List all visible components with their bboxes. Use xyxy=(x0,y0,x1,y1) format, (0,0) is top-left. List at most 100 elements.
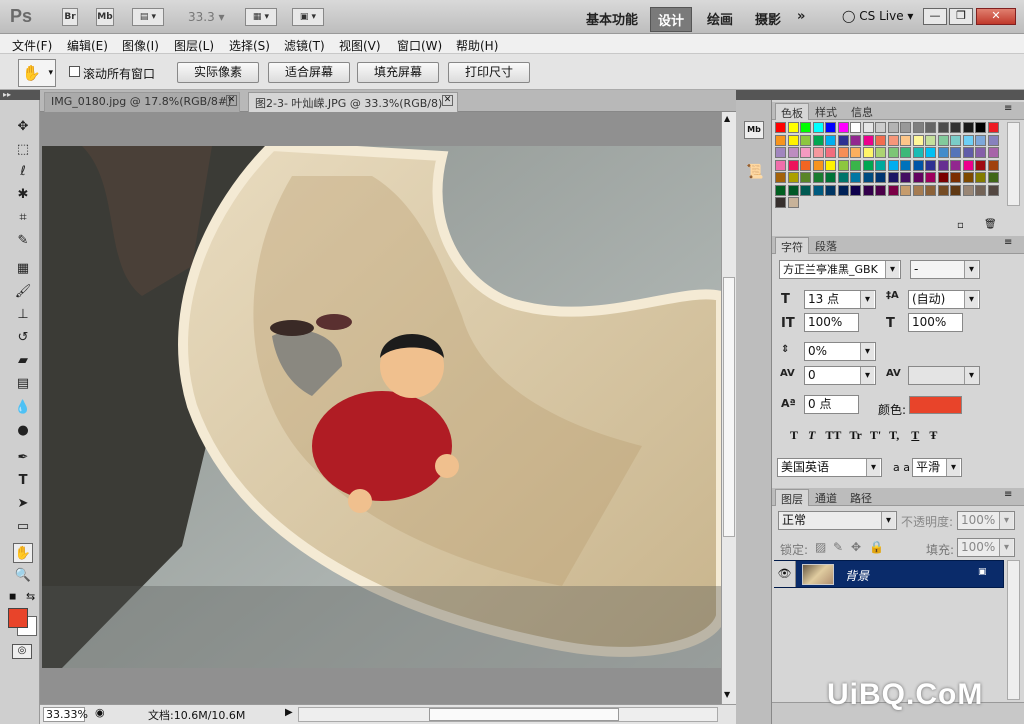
color-swatch[interactable] xyxy=(800,172,811,183)
panel-strip-header[interactable] xyxy=(736,90,772,100)
mini-bridge-panel-icon[interactable]: Mb xyxy=(744,121,764,139)
view-extras-icon[interactable]: ▤ ▾ xyxy=(132,8,164,26)
color-swatch[interactable] xyxy=(887,134,899,146)
color-swatch[interactable] xyxy=(800,147,811,158)
color-swatch[interactable] xyxy=(987,122,999,133)
color-swatch[interactable] xyxy=(825,172,836,183)
menu-edit[interactable]: 编辑(E) xyxy=(67,37,108,54)
color-swatch[interactable] xyxy=(775,197,786,208)
color-swatch[interactable] xyxy=(937,184,949,196)
subscript-button[interactable]: T, xyxy=(889,428,899,442)
color-swatch[interactable] xyxy=(925,184,936,196)
color-swatch[interactable] xyxy=(837,184,849,196)
type-tool-icon[interactable]: T xyxy=(13,471,33,491)
visibility-eye-icon[interactable]: 👁 xyxy=(774,561,796,587)
tab-swatches[interactable]: 色板 xyxy=(775,103,809,120)
tab-styles[interactable]: 样式 xyxy=(810,103,842,120)
path-selection-tool-icon[interactable]: ➤ xyxy=(13,494,33,514)
document-image[interactable] xyxy=(42,146,721,668)
color-swatch[interactable] xyxy=(812,134,824,146)
color-swatch[interactable] xyxy=(962,172,974,183)
color-swatch[interactable] xyxy=(925,172,936,183)
horizontal-scrollbar[interactable] xyxy=(298,707,718,722)
faux-bold-button[interactable]: T xyxy=(790,428,798,442)
vertical-scale-input[interactable]: 100% xyxy=(804,313,859,332)
panel-menu-icon[interactable]: ≡ xyxy=(1004,103,1012,114)
color-swatch[interactable] xyxy=(937,147,949,158)
color-swatch[interactable] xyxy=(812,147,824,158)
tool-preset-picker[interactable]: ✋ ▾ xyxy=(18,59,56,87)
color-swatch[interactable] xyxy=(900,122,911,133)
screen-mode-icon[interactable]: ▣ ▾ xyxy=(292,8,324,26)
swap-colors-icon[interactable]: ⇆ xyxy=(26,590,35,603)
lock-transparency-icon[interactable]: ▨ xyxy=(815,540,826,554)
color-swatch[interactable] xyxy=(975,122,986,133)
tab-character[interactable]: 字符 xyxy=(775,237,809,254)
color-swatch[interactable] xyxy=(875,184,886,196)
layers-scrollbar[interactable] xyxy=(1007,560,1020,700)
color-swatch[interactable] xyxy=(775,159,786,171)
shape-tool-icon[interactable]: ▭ xyxy=(13,517,33,537)
lock-pixels-icon[interactable]: ✎ xyxy=(833,540,843,554)
color-swatch[interactable] xyxy=(850,147,861,158)
underline-button[interactable]: T xyxy=(911,428,919,442)
color-swatch[interactable] xyxy=(850,172,861,183)
color-swatch[interactable] xyxy=(900,159,911,171)
small-caps-button[interactable]: Tr xyxy=(849,428,861,442)
kerning-select[interactable]: 0 xyxy=(804,366,876,385)
eyedropper-tool-icon[interactable]: ✎ xyxy=(13,231,33,251)
color-swatch[interactable] xyxy=(887,172,899,183)
color-swatch[interactable] xyxy=(800,122,811,133)
color-swatch[interactable] xyxy=(950,172,961,183)
color-swatch[interactable] xyxy=(950,184,961,196)
tab-document-1[interactable]: IMG_0180.jpg @ 17.8%(RGB/8#) xyxy=(44,92,240,112)
color-swatch[interactable] xyxy=(925,147,936,158)
scroll-all-windows-checkbox[interactable] xyxy=(69,66,80,77)
color-swatch[interactable] xyxy=(937,159,949,171)
opacity-select[interactable]: 100% xyxy=(957,511,1015,530)
baseline-shift-input[interactable]: 0 点 xyxy=(804,395,859,414)
color-swatch[interactable] xyxy=(812,159,824,171)
toolbox-header[interactable]: ▸▸ xyxy=(0,90,40,100)
color-swatch[interactable] xyxy=(912,172,924,183)
color-swatch[interactable] xyxy=(887,122,899,133)
color-swatch[interactable] xyxy=(850,122,861,133)
strikethrough-button[interactable]: Ŧ xyxy=(929,428,937,442)
color-swatch[interactable] xyxy=(862,184,874,196)
color-swatch[interactable] xyxy=(825,159,836,171)
crop-tool-icon[interactable]: ⌗ xyxy=(13,208,33,228)
status-menu-icon[interactable]: ◉ xyxy=(95,706,105,719)
menu-file[interactable]: 文件(F) xyxy=(12,37,52,54)
arrange-documents-icon[interactable]: ▦ ▾ xyxy=(245,8,277,26)
horizontal-scale-input[interactable]: 100% xyxy=(908,313,963,332)
color-swatch[interactable] xyxy=(850,184,861,196)
swatch-grid[interactable] xyxy=(775,122,1003,208)
font-size-select[interactable]: 13 点 xyxy=(804,290,876,309)
close-icon[interactable]: ✕ xyxy=(442,95,453,106)
tab-document-2[interactable]: 图2-3- 叶灿嵘.JPG @ 33.3%(RGB/8) xyxy=(248,92,458,112)
font-style-select[interactable]: - xyxy=(910,260,980,279)
color-swatch[interactable] xyxy=(800,134,811,146)
menu-view[interactable]: 视图(V) xyxy=(339,37,381,54)
font-family-select[interactable]: 方正兰亭准黑_GBK xyxy=(779,260,901,279)
scroll-up-arrow[interactable]: ▲ xyxy=(724,114,730,123)
color-swatch[interactable] xyxy=(887,184,899,196)
color-swatch[interactable] xyxy=(837,134,849,146)
marquee-tool-icon[interactable]: ⬚ xyxy=(13,140,33,160)
color-swatch[interactable] xyxy=(987,159,999,171)
delete-swatch-icon[interactable]: 🗑 xyxy=(984,219,997,230)
color-swatch[interactable] xyxy=(912,147,924,158)
color-swatch[interactable] xyxy=(975,172,986,183)
tab-info[interactable]: 信息 xyxy=(846,103,878,120)
color-swatch[interactable] xyxy=(937,172,949,183)
color-swatch[interactable] xyxy=(837,172,849,183)
layer-row[interactable]: 👁 背景 ▣ xyxy=(774,560,1004,588)
color-swatch[interactable] xyxy=(962,122,974,133)
close-icon[interactable]: ✕ xyxy=(226,95,237,106)
color-swatch[interactable] xyxy=(825,134,836,146)
brush-tool-icon[interactable]: 🖌 xyxy=(13,282,33,302)
lock-position-icon[interactable]: ✥ xyxy=(851,540,861,554)
menu-filter[interactable]: 滤镜(T) xyxy=(284,37,325,54)
color-swatch[interactable] xyxy=(812,184,824,196)
minimize-button[interactable]: — xyxy=(923,8,947,25)
